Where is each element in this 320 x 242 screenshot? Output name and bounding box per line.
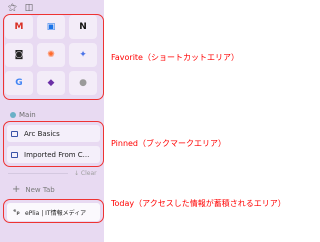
today-divider xyxy=(8,173,68,174)
space-label[interactable]: Main xyxy=(10,111,36,119)
clear-button[interactable]: ↓ Clear xyxy=(74,170,97,177)
pinned-highlight-box xyxy=(3,121,104,167)
arc-logo-icon[interactable]: ⚝ xyxy=(8,3,17,13)
plus-icon: + xyxy=(12,184,21,195)
today-highlight-box xyxy=(3,199,104,223)
favorite-highlight-box xyxy=(3,14,104,100)
favorite-annotation: Favorite（ショートカットエリア） xyxy=(111,53,239,62)
new-tab-label: New Tab xyxy=(25,185,55,194)
pinned-annotation: Pinned（ブックマークエリア） xyxy=(111,139,227,148)
sidebar-top-controls: ⚝ ◫ xyxy=(8,3,33,13)
space-label-text: Main xyxy=(19,111,36,119)
today-annotation: Today（アクセスした情報が蓄積されるエリア） xyxy=(111,199,286,208)
new-tab-button[interactable]: + New Tab xyxy=(12,184,55,195)
space-icon xyxy=(10,112,16,118)
sidebar-toggle-icon[interactable]: ◫ xyxy=(25,3,34,13)
